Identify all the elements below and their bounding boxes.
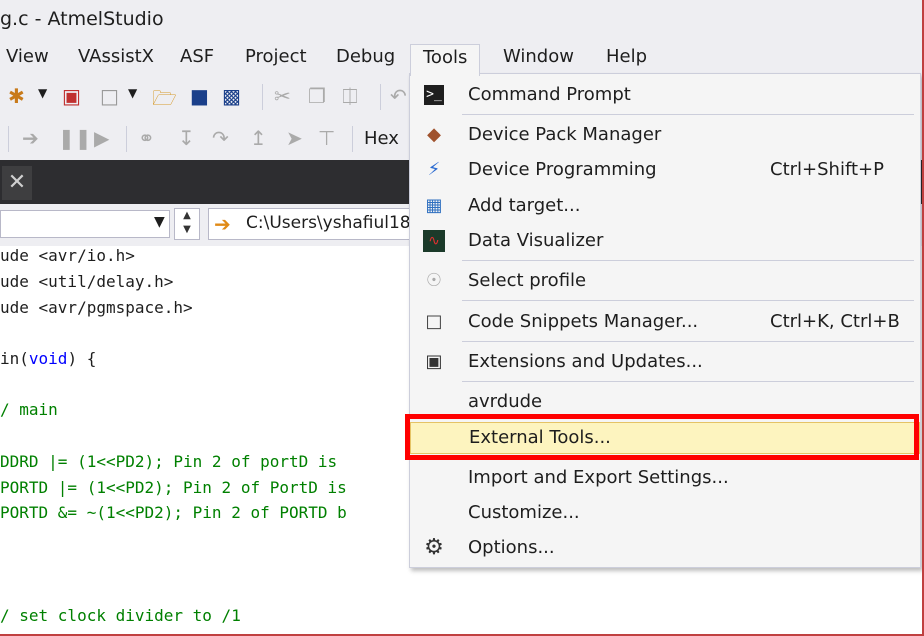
menu-item-label: Customize... [468,502,580,523]
tools-menu-dropdown: >_ Command Prompt ◆ Device Pack Manager … [409,73,921,568]
add-item-icon[interactable]: ▣ [62,84,81,108]
package-icon: ◆ [427,124,441,145]
menu-item-options[interactable]: ⚙ Options... [410,533,920,563]
menu-window[interactable]: Window [503,46,574,67]
open-folder-icon[interactable]: 🗁 [152,84,177,118]
device-programming-icon: ⚡ [427,159,441,180]
chevron-down-icon[interactable]: ▼ [154,214,165,230]
new-project-icon[interactable]: ✱ [8,84,25,108]
code-line: ude <avr/io.h> [0,246,135,265]
chevron-down-icon[interactable]: ▼ [128,86,137,100]
comment-line: PORTD |= (1<<PD2); Pin 2 of PortD is [0,478,347,497]
code-token: in( [0,349,29,368]
paste-icon[interactable]: ⎅ [342,84,358,108]
spinner-control[interactable]: ▲ ▼ [174,208,200,240]
title-bar: g.c - AtmelStudio [0,0,924,42]
code-snippets-icon: □ [425,311,443,332]
step-over-icon[interactable]: ↷ [212,126,229,150]
cut-icon[interactable]: ✂ [274,84,291,108]
undo-icon[interactable]: ↶ [390,84,407,108]
menu-help[interactable]: Help [606,46,647,67]
menu-view[interactable]: View [6,46,49,67]
code-line: in(void) { [0,349,96,368]
save-all-icon[interactable]: ▩ [222,84,241,108]
menu-debug[interactable]: Debug [336,46,395,67]
code-token: ) { [67,349,97,368]
new-file-icon[interactable]: □ [100,84,119,108]
menu-item-shortcut: Ctrl+K, Ctrl+B [770,311,900,332]
comment-line: / main [0,400,58,419]
comment-line: / set clock divider to /1 [0,606,241,625]
command-prompt-icon: >_ [424,85,444,105]
menu-item-label: Extensions and Updates... [468,351,703,372]
menu-item-data-visualizer[interactable]: ∿ Data Visualizer [410,226,920,256]
pause-icon[interactable]: ❚❚ [58,126,92,150]
code-line: ude <util/delay.h> [0,272,174,291]
copy-icon[interactable]: ❐ [308,84,326,108]
run-to-cursor-icon[interactable]: ⊤ [318,126,335,150]
extensions-icon: ▣ [425,351,443,372]
step-out-icon[interactable]: ↥ [250,126,267,150]
comment-line: DDRD |= (1<<PD2); Pin 2 of portD is [0,452,338,471]
menu-item-label: Code Snippets Manager... [468,311,699,332]
continue-arrow-icon[interactable]: ➔ [22,126,39,150]
menu-item-label: Device Pack Manager [468,124,662,145]
menu-item-avrdude[interactable]: avrdude [410,387,920,417]
menu-item-extensions-and-updates[interactable]: ▣ Extensions and Updates... [410,347,920,377]
menu-item-import-export-settings[interactable]: Import and Export Settings... [410,463,920,493]
toolbar-divider [352,126,353,152]
menu-separator [462,260,914,261]
keyword-token: void [28,349,68,368]
menu-item-customize[interactable]: Customize... [410,498,920,528]
close-icon[interactable]: ✕ [2,166,32,200]
menu-separator [462,341,914,342]
menu-asf[interactable]: ASF [180,46,214,67]
window-title: g.c - AtmelStudio [0,8,164,30]
code-line: ude <avr/pgmspace.h> [0,298,193,317]
menu-separator [462,300,914,301]
menu-item-label: Add target... [468,195,581,216]
menu-item-add-target[interactable]: ▦ Add target... [410,191,920,221]
chevron-down-icon[interactable]: ▼ [38,86,47,100]
menu-item-label: Command Prompt [468,84,631,105]
menu-item-label: Data Visualizer [468,230,604,251]
menu-separator [462,381,914,382]
menu-item-label: avrdude [468,391,543,412]
path-text: C:\Users\yshafiul18 [246,213,411,233]
menu-item-code-snippets-manager[interactable]: □ Code Snippets Manager... Ctrl+K, Ctrl+… [410,307,920,337]
step-into-icon[interactable]: ↧ [178,126,195,150]
select-profile-icon: ☉ [425,270,443,291]
toolbar-divider [262,84,263,110]
arrow-right-icon: ➔ [214,212,231,236]
scope-dropdown[interactable] [0,210,170,238]
pointer-icon[interactable]: ➤ [286,126,303,150]
menu-item-select-profile[interactable]: ☉ Select profile [410,266,920,296]
watch-icon[interactable]: ⚭ [138,126,155,150]
gear-icon: ⚙ [424,535,444,560]
menu-tools[interactable]: Tools [410,44,481,76]
menu-item-label: Options... [468,537,555,558]
data-visualizer-icon: ∿ [423,230,445,252]
menu-separator [462,114,914,115]
menu-item-shortcut: Ctrl+Shift+P [770,159,884,180]
toolbar-divider [126,126,127,152]
menu-project[interactable]: Project [245,46,307,67]
toolbar-divider [380,84,381,110]
menu-item-device-programming[interactable]: ⚡ Device Programming Ctrl+Shift+P [410,155,920,185]
annotation-highlight-box [405,414,919,460]
add-target-icon: ▦ [425,195,443,216]
menu-item-command-prompt[interactable]: >_ Command Prompt [410,80,920,110]
menu-bar: View VAssistX ASF Project Debug Tools Wi… [0,42,924,76]
save-icon[interactable]: ■ [190,84,209,108]
menu-item-label: Import and Export Settings... [468,467,729,488]
play-icon[interactable]: ▶ [94,126,109,150]
toolbar-divider [8,126,9,152]
menu-item-device-pack-manager[interactable]: ◆ Device Pack Manager [410,120,920,150]
hex-display-button[interactable]: Hex [364,128,399,149]
menu-item-label: Device Programming [468,159,657,180]
comment-line: PORTD &= ~(1<<PD2); Pin 2 of PORTD b [0,503,347,522]
menu-vassistx[interactable]: VAssistX [78,46,154,67]
menu-item-label: Select profile [468,270,587,291]
